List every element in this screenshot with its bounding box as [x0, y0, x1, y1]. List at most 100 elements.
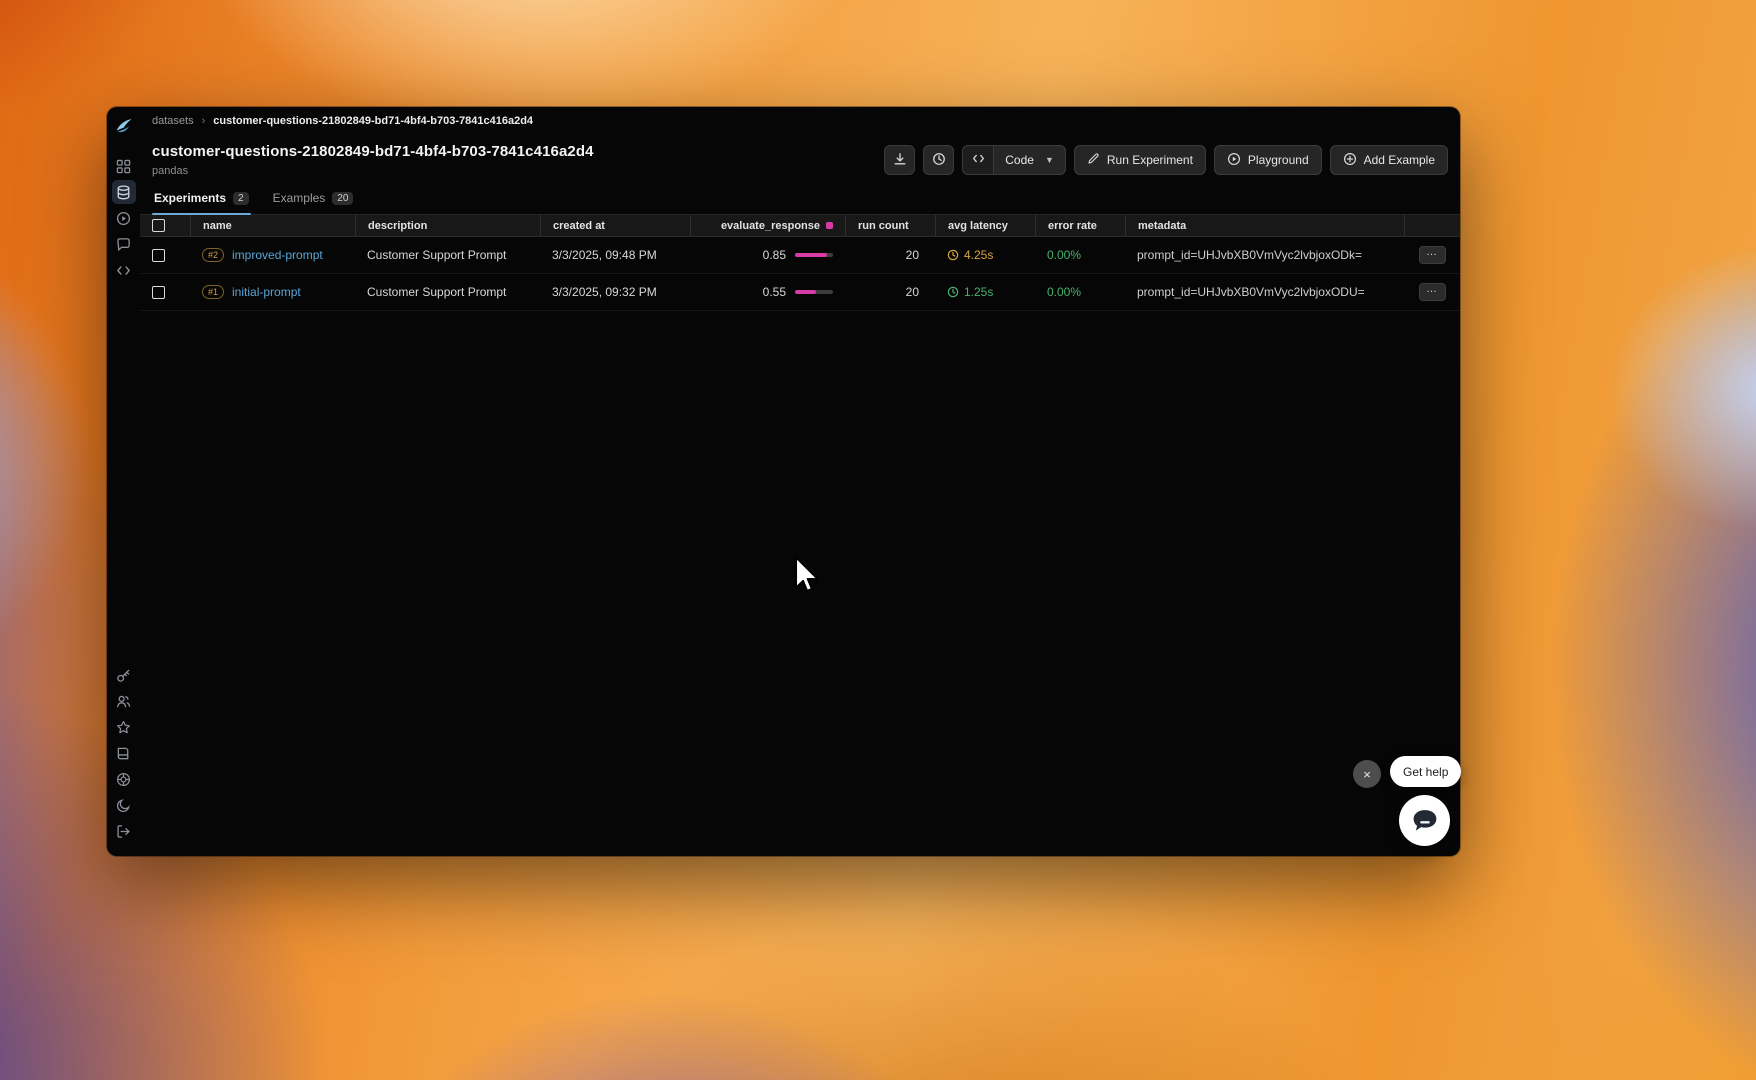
playground-label: Playground	[1247, 153, 1309, 167]
code-dropdown-label: Code	[1005, 153, 1034, 167]
column-header-created-at[interactable]: created at	[540, 215, 690, 236]
breadcrumb-current: customer-questions-21802849-bd71-4bf4-b7…	[213, 114, 534, 127]
sidebar-item-datasets[interactable]	[111, 180, 136, 204]
code-dropdown-button[interactable]: Code ▼	[993, 145, 1066, 175]
row-name-cell: #2 improved-prompt	[190, 248, 355, 262]
chat-bubble-icon	[116, 237, 131, 252]
book-icon	[116, 746, 131, 761]
column-header-avg-latency[interactable]: avg latency	[935, 215, 1035, 236]
more-ellipsis-button[interactable]: …	[1418, 283, 1446, 301]
phoenix-logo[interactable]	[114, 117, 134, 135]
row-checkbox[interactable]	[152, 285, 165, 299]
code-brackets-button[interactable]	[962, 145, 994, 175]
evaluator-pink-dot-icon	[826, 222, 833, 229]
evaluate-score-bar	[795, 253, 833, 257]
sidebar-item-prompts[interactable]	[112, 232, 136, 256]
page-title: customer-questions-21802849-bd71-4bf4-b7…	[152, 143, 594, 160]
row-metadata-cell: prompt_id=UHJvbXB0VmVyc2lvbjoxODU=	[1137, 285, 1365, 299]
sidebar-item-settings[interactable]	[112, 715, 136, 739]
tab-experiments[interactable]: Experiments 2	[152, 185, 251, 215]
row-error-rate-cell: 0.00%	[1047, 285, 1082, 299]
add-example-label: Add Example	[1363, 153, 1435, 167]
table-row[interactable]: #1 initial-prompt Customer Support Promp…	[140, 274, 1460, 311]
dismiss-help-button[interactable]: ×	[1353, 760, 1381, 788]
evaluate-score-bar	[795, 290, 833, 294]
latency-clock-icon	[947, 249, 959, 261]
desktop-background: datasets › customer-questions-21802849-b…	[0, 0, 1756, 1080]
column-header-run-count[interactable]: run count	[845, 215, 935, 236]
breadcrumb-separator-icon: ›	[201, 114, 206, 127]
row-run-count-cell: 20	[905, 285, 919, 299]
row-avg-latency-cell: 4.25s	[935, 248, 1035, 262]
table-row[interactable]: #2 improved-prompt Customer Support Prom…	[140, 237, 1460, 274]
row-actions-cell: …	[1404, 246, 1460, 264]
sidebar-item-theme-toggle[interactable]	[112, 793, 136, 817]
code-brackets-icon	[116, 263, 131, 278]
more-ellipsis-button[interactable]: …	[1418, 246, 1446, 264]
experiment-number-badge: #1	[202, 285, 225, 299]
chat-bubble-icon	[1410, 807, 1440, 835]
latency-value: 1.25s	[964, 285, 994, 299]
row-created-at-cell: 3/3/2025, 09:32 PM	[552, 285, 657, 299]
row-description-cell: Customer Support Prompt	[367, 285, 507, 299]
get-help-label: Get help	[1403, 764, 1449, 779]
experiment-name-link[interactable]: improved-prompt	[232, 248, 323, 262]
run-experiment-button[interactable]: Run Experiment	[1073, 145, 1206, 175]
logout-icon	[116, 824, 131, 839]
title-block: customer-questions-21802849-bd71-4bf4-b7…	[152, 143, 594, 177]
tab-examples[interactable]: Examples 20	[271, 185, 356, 214]
column-header-metadata[interactable]: metadata	[1125, 215, 1404, 236]
select-all-checkbox[interactable]	[152, 219, 165, 232]
row-actions-cell: …	[1404, 283, 1460, 301]
pencil-icon	[1087, 152, 1100, 168]
sidebar-item-support[interactable]	[112, 767, 136, 791]
sidebar-item-api-keys[interactable]	[112, 663, 136, 687]
experiment-number-badge: #2	[202, 248, 225, 262]
sidebar-item-home[interactable]	[112, 154, 136, 178]
history-button[interactable]	[923, 145, 955, 175]
sidebar-item-apis[interactable]	[112, 258, 136, 282]
sidebar-item-users[interactable]	[112, 689, 136, 713]
add-example-button[interactable]: Add Example	[1329, 145, 1448, 175]
code-button-group: Code ▼	[962, 145, 1066, 175]
column-header-actions	[1404, 215, 1460, 236]
moon-icon	[116, 798, 131, 813]
get-help-button[interactable]: Get help	[1390, 756, 1462, 787]
column-header-description[interactable]: description	[355, 215, 540, 236]
tab-bar: Experiments 2 Examples 20	[140, 185, 1460, 215]
breadcrumb-datasets-link[interactable]: datasets	[152, 115, 194, 127]
column-header-evaluate-response[interactable]: evaluate_response	[690, 215, 845, 236]
row-avg-latency-cell: 1.25s	[935, 285, 1035, 299]
row-metadata-cell: prompt_id=UHJvbXB0VmVyc2lvbjoxODk=	[1137, 248, 1362, 262]
row-name-cell: #1 initial-prompt	[190, 285, 355, 299]
page-subtitle: pandas	[152, 165, 189, 177]
tab-experiments-count: 2	[233, 191, 249, 205]
row-error-rate-cell: 0.00%	[1047, 248, 1082, 262]
row-select-cell	[140, 285, 190, 299]
row-evaluate-response-cell: 0.55	[690, 285, 845, 299]
grid-icon	[116, 159, 131, 174]
row-description-cell: Customer Support Prompt	[367, 248, 507, 262]
phoenix-app-window: datasets › customer-questions-21802849-b…	[107, 107, 1460, 856]
latency-value: 4.25s	[964, 248, 994, 262]
sidebar-item-playground[interactable]	[112, 206, 136, 230]
evaluate-score: 0.55	[762, 285, 786, 299]
row-checkbox[interactable]	[152, 248, 165, 262]
close-icon: ×	[1363, 766, 1371, 782]
column-header-error-rate[interactable]: error rate	[1035, 215, 1125, 236]
evaluate-score-bar-fill	[795, 290, 816, 294]
sidebar-item-docs[interactable]	[112, 741, 136, 765]
table-empty-area	[140, 311, 1460, 856]
key-icon	[116, 668, 131, 683]
playground-button[interactable]: Playground	[1213, 145, 1322, 175]
sidebar-item-logout[interactable]	[112, 819, 136, 843]
experiment-name-link[interactable]: initial-prompt	[232, 285, 301, 299]
database-icon	[116, 184, 131, 200]
plus-circle-icon	[1343, 152, 1357, 169]
column-header-name[interactable]: name	[190, 215, 355, 236]
download-button[interactable]	[884, 145, 916, 175]
tab-examples-label: Examples	[272, 191, 326, 205]
chat-launcher-button[interactable]	[1399, 795, 1450, 846]
page-header: customer-questions-21802849-bd71-4bf4-b7…	[140, 134, 1460, 185]
code-brackets-icon	[972, 152, 985, 168]
